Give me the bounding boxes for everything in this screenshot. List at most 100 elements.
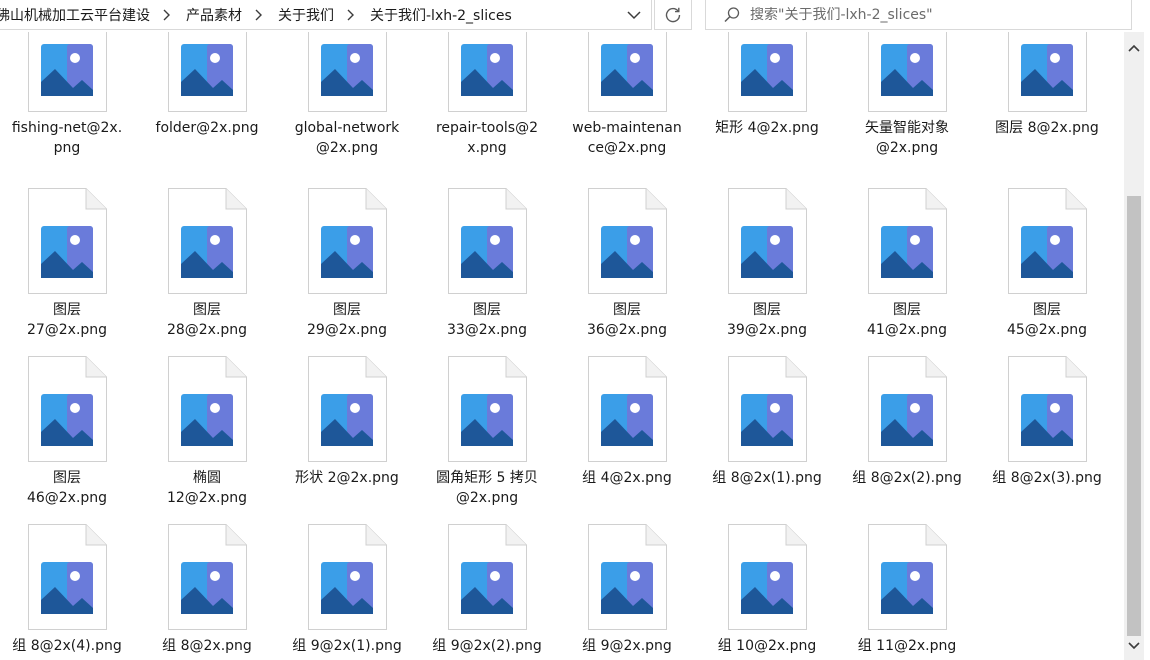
file-item[interactable]: 图层 39@2x.png xyxy=(700,188,840,356)
scroll-down-arrow-icon xyxy=(1128,642,1140,650)
image-file-icon xyxy=(868,356,947,462)
file-item[interactable]: 组 8@2x(3).png xyxy=(980,356,1120,524)
file-item[interactable]: 矢量智能对象 @2x.png xyxy=(840,32,980,174)
file-name-line-1: 组 10@2x.png xyxy=(717,638,817,654)
image-file-icon xyxy=(1008,188,1087,294)
file-item[interactable]: 形状 2@2x.png xyxy=(280,356,420,524)
file-item[interactable]: 图层 28@2x.png xyxy=(140,188,280,356)
file-name: 图层 41@2x.png xyxy=(840,300,974,340)
chevron-right-icon[interactable] xyxy=(160,8,176,22)
file-name: 组 8@2x(2).png xyxy=(840,468,974,488)
file-name-line-1: 组 8@2x(1).png xyxy=(712,470,822,486)
file-name-line-2: @2x.png xyxy=(455,490,519,506)
file-item[interactable]: 组 8@2x.png xyxy=(140,524,280,660)
file-name: 图层 36@2x.png xyxy=(560,300,694,340)
file-name: 组 11@2x.png xyxy=(840,636,974,656)
file-item[interactable]: 组 8@2x(2).png xyxy=(840,356,980,524)
scroll-up-button[interactable] xyxy=(1124,38,1144,58)
image-file-icon xyxy=(28,524,107,630)
file-item[interactable]: global-network @2x.png xyxy=(280,32,420,174)
file-item[interactable]: 矩形 4@2x.png xyxy=(700,32,840,174)
file-item[interactable]: folder@2x.png xyxy=(140,32,280,174)
image-file-icon xyxy=(588,524,667,630)
image-file-icon xyxy=(448,188,527,294)
file-name-line-1: 组 11@2x.png xyxy=(857,638,957,654)
image-file-icon xyxy=(868,32,947,112)
file-item[interactable]: fishing-net@2x. png xyxy=(0,32,140,174)
file-item[interactable]: 图层 27@2x.png xyxy=(0,188,140,356)
file-name: web-maintenan ce@2x.png xyxy=(560,118,694,158)
file-name-line-1: 组 8@2x.png xyxy=(162,638,252,654)
address-history-button[interactable] xyxy=(617,0,651,29)
file-item[interactable]: 圆角矩形 5 拷贝 @2x.png xyxy=(420,356,560,524)
image-file-icon xyxy=(728,356,807,462)
file-name-line-1: 椭圆 xyxy=(193,470,221,486)
image-file-icon xyxy=(448,32,527,112)
file-name-line-1: 组 8@2x(2).png xyxy=(852,470,962,486)
file-item[interactable]: 组 4@2x.png xyxy=(560,356,700,524)
file-item[interactable]: 图层 29@2x.png xyxy=(280,188,420,356)
file-name-line-1: global-network xyxy=(294,120,400,136)
file-name-line-1: 组 9@2x.png xyxy=(582,638,672,654)
file-name-line-2: ce@2x.png xyxy=(587,140,667,156)
image-file-icon xyxy=(308,356,387,462)
file-item[interactable]: 组 8@2x(4).png xyxy=(0,524,140,660)
file-name: 图层 28@2x.png xyxy=(140,300,274,340)
file-item[interactable]: 组 8@2x(1).png xyxy=(700,356,840,524)
file-name: 椭圆 12@2x.png xyxy=(140,468,274,508)
scroll-down-button[interactable] xyxy=(1124,636,1144,656)
image-file-icon xyxy=(868,524,947,630)
file-item[interactable]: 图层 36@2x.png xyxy=(560,188,700,356)
search-input[interactable] xyxy=(750,6,1110,23)
file-item[interactable]: repair-tools@2 x.png xyxy=(420,32,560,174)
file-name-line-1: 形状 2@2x.png xyxy=(295,470,399,486)
image-file-icon xyxy=(448,524,527,630)
breadcrumb[interactable]: 佛山机械加工云平台建设 产品素材 关于我们 关于我们-lxh-2_slices xyxy=(0,0,652,30)
file-item[interactable]: 图层 45@2x.png xyxy=(980,188,1120,356)
file-item[interactable]: 椭圆 12@2x.png xyxy=(140,356,280,524)
file-name-line-1: 图层 xyxy=(193,302,221,318)
file-name: 矩形 4@2x.png xyxy=(700,118,834,138)
file-name-line-2: 46@2x.png xyxy=(26,490,108,506)
file-name-line-1: 矢量智能对象 xyxy=(865,120,949,136)
image-file-icon xyxy=(868,188,947,294)
image-file-icon xyxy=(1008,356,1087,462)
breadcrumb-item[interactable]: 产品素材 xyxy=(182,5,246,25)
file-name: 组 9@2x(1).png xyxy=(280,636,414,656)
file-name: folder@2x.png xyxy=(140,118,274,138)
file-name: 图层 39@2x.png xyxy=(700,300,834,340)
file-name-line-2: 29@2x.png xyxy=(306,322,388,338)
file-name: 组 8@2x.png xyxy=(140,636,274,656)
breadcrumb-item[interactable]: 关于我们 xyxy=(274,5,338,25)
file-item[interactable]: 图层 33@2x.png xyxy=(420,188,560,356)
scrollbar-thumb[interactable] xyxy=(1127,196,1141,636)
file-name-line-2: x.png xyxy=(467,140,507,156)
breadcrumb-item[interactable]: 关于我们-lxh-2_slices xyxy=(366,5,516,25)
file-name: 组 4@2x.png xyxy=(560,468,694,488)
breadcrumb-item[interactable]: 佛山机械加工云平台建设 xyxy=(0,5,154,25)
file-item[interactable]: web-maintenan ce@2x.png xyxy=(560,32,700,174)
search-box[interactable] xyxy=(705,0,1132,30)
file-name: 圆角矩形 5 拷贝 @2x.png xyxy=(420,468,554,508)
file-item[interactable]: 图层 41@2x.png xyxy=(840,188,980,356)
file-item[interactable]: 组 9@2x(2).png xyxy=(420,524,560,660)
search-icon xyxy=(714,1,750,29)
chevron-right-icon[interactable] xyxy=(252,8,268,22)
file-name: fishing-net@2x. png xyxy=(0,118,134,158)
vertical-scrollbar[interactable] xyxy=(1124,32,1144,660)
file-item[interactable]: 图层 8@2x.png xyxy=(980,32,1120,174)
file-item[interactable]: 图层 46@2x.png xyxy=(0,356,140,524)
file-name: 组 9@2x.png xyxy=(560,636,694,656)
file-name-line-1: 图层 xyxy=(613,302,641,318)
file-item[interactable]: 组 9@2x.png xyxy=(560,524,700,660)
chevron-right-icon[interactable] xyxy=(344,8,360,22)
file-item[interactable]: 组 10@2x.png xyxy=(700,524,840,660)
file-name-line-1: 图层 xyxy=(1033,302,1061,318)
file-name: 矢量智能对象 @2x.png xyxy=(840,118,974,158)
image-file-icon xyxy=(588,32,667,112)
refresh-button[interactable] xyxy=(654,0,692,30)
file-item[interactable]: 组 11@2x.png xyxy=(840,524,980,660)
file-name-line-1: web-maintenan xyxy=(572,120,682,136)
file-name: 图层 46@2x.png xyxy=(0,468,134,508)
file-item[interactable]: 组 9@2x(1).png xyxy=(280,524,420,660)
